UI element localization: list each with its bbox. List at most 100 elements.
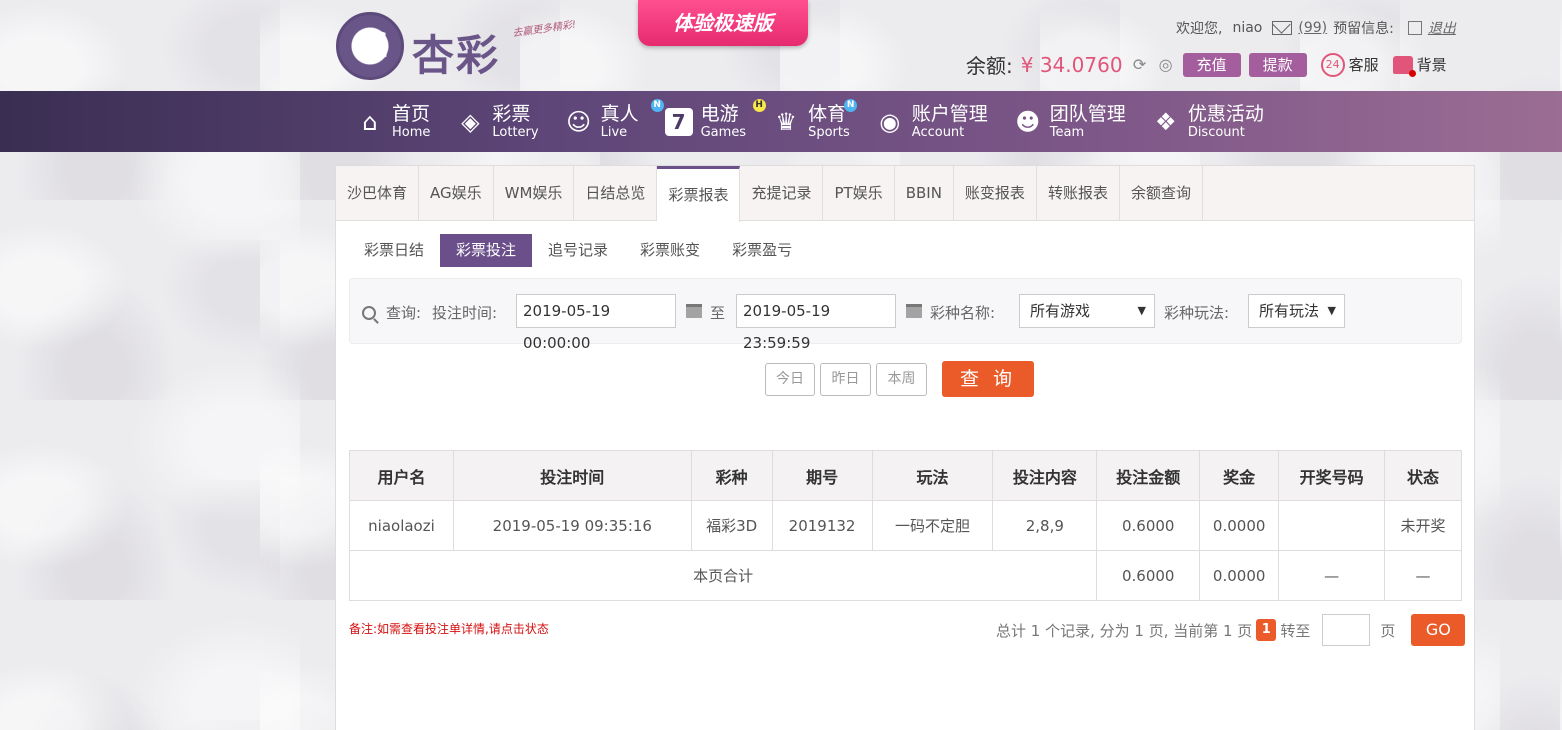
home-icon: ⌂ xyxy=(362,107,378,136)
message-count-link[interactable]: (99) xyxy=(1298,20,1327,36)
table-row: niaolaozi 2019-05-19 09:35:16 福彩3D 20191… xyxy=(349,500,1462,551)
recharge-button[interactable]: 充值 xyxy=(1182,52,1241,77)
subtab-account-change[interactable]: 彩票账变 xyxy=(624,234,716,267)
summary-bonus: 0.0000 xyxy=(1199,550,1280,601)
game-select[interactable]: 所有游戏 ▼ xyxy=(1019,294,1155,328)
cell-status-link[interactable]: 未开奖 xyxy=(1384,500,1462,551)
play-select[interactable]: 所有玩法 ▼ xyxy=(1248,294,1345,328)
pagination: 总计 1 个记录, 分为 1 页, 当前第 1 页 1 转至 页 GO xyxy=(996,614,1466,646)
play-type-label: 彩种玩法: xyxy=(1164,304,1230,322)
table-summary-row: 本页合计 0.6000 0.0000 — — xyxy=(348,550,1462,601)
col-bet-time: 投注时间 xyxy=(452,450,692,501)
tab-balance-query[interactable]: 余额查询 xyxy=(1120,166,1203,221)
reserve-info-label: 预留信息: xyxy=(1333,21,1394,37)
nav-label: 账户管理 xyxy=(911,102,988,125)
summary-status: — xyxy=(1384,550,1462,601)
col-amount: 投注金额 xyxy=(1096,450,1201,501)
filter-bar: 查询: 投注时间: 2019-05-19 00:00:00 至 2019-05-… xyxy=(349,278,1462,352)
background-switch-link[interactable]: 背景 xyxy=(1392,54,1447,77)
welcome-bar: 欢迎您, niao (99) 预留信息: 退出 xyxy=(1176,18,1456,38)
tab-transfer-report[interactable]: 转账报表 xyxy=(1037,166,1120,221)
query-button[interactable]: 查 询 xyxy=(942,361,1034,397)
tab-account-change[interactable]: 账变报表 xyxy=(954,166,1037,221)
site-logo[interactable]: 杏彩 xyxy=(336,12,506,82)
nav-item-live[interactable]: ☺ 真人 Live N xyxy=(565,91,664,152)
subtab-bets[interactable]: 彩票投注 xyxy=(440,234,533,267)
play-select-value: 所有玩法 xyxy=(1259,302,1320,320)
trophy-icon: ♛ xyxy=(775,107,797,136)
page-number-input[interactable] xyxy=(1322,614,1371,646)
tab-wm[interactable]: WM娱乐 xyxy=(494,166,575,221)
logo-mark-icon xyxy=(336,12,404,80)
tab-pt[interactable]: PT娱乐 xyxy=(823,166,895,221)
refresh-icon[interactable]: ⟳ xyxy=(1131,55,1149,74)
nav-item-account[interactable]: ◉ 账户管理 Account xyxy=(876,91,988,152)
lottery-sub-tabs: 彩票日结 彩票投注 追号记录 彩票账变 彩票盈亏 xyxy=(348,234,808,267)
goto-label: 转至 xyxy=(1280,621,1311,640)
nav-sublabel: Sports xyxy=(808,124,850,140)
nav-sublabel: Live xyxy=(600,124,628,140)
nav-item-games[interactable]: 7 电游 Games H xyxy=(664,91,766,152)
end-time-input[interactable]: 2019-05-19 23:59:59 xyxy=(736,294,896,352)
summary-amount: 0.6000 xyxy=(1096,550,1201,601)
welcome-text: 欢迎您, xyxy=(1176,21,1223,37)
subtab-chase[interactable]: 追号记录 xyxy=(532,234,624,267)
tab-deposit-withdraw[interactable]: 充提记录 xyxy=(740,166,824,221)
username: niao xyxy=(1232,20,1263,36)
yesterday-button[interactable]: 昨日 xyxy=(820,363,871,396)
col-bonus: 奖金 xyxy=(1199,450,1280,501)
search-label-group: 查询: xyxy=(362,302,421,323)
today-button[interactable]: 今日 xyxy=(765,363,815,396)
cell-username: niaolaozi xyxy=(349,500,454,551)
nav-sublabel: Team xyxy=(1049,124,1085,140)
nav-item-discount[interactable]: ❖ 优惠活动 Discount xyxy=(1152,91,1264,152)
logout-link[interactable]: 退出 xyxy=(1428,18,1456,38)
service-24h-icon: 24 xyxy=(1320,52,1345,77)
game-name-label: 彩种名称: xyxy=(930,304,996,322)
tab-lottery-report[interactable]: 彩票报表 xyxy=(657,166,741,222)
nav-item-team[interactable]: ☻ 团队管理 Team xyxy=(1014,91,1126,152)
tab-saba-sports[interactable]: 沙巴体育 xyxy=(336,166,420,221)
this-week-button[interactable]: 本周 xyxy=(876,363,927,396)
nav-sublabel: Home xyxy=(392,124,431,140)
calendar-icon[interactable] xyxy=(686,304,702,318)
pager-summary: 总计 1 个记录, 分为 1 页, 当前第 1 页 xyxy=(996,621,1253,640)
speed-version-button[interactable]: 体验极速版 xyxy=(638,0,808,46)
cell-draw-number xyxy=(1278,500,1386,551)
content-panel: 沙巴体育 AG娱乐 WM娱乐 日结总览 彩票报表 充提记录 PT娱乐 BBIN … xyxy=(335,165,1475,730)
service-label: 客服 xyxy=(1348,56,1379,74)
hide-balance-icon[interactable]: ◎ xyxy=(1157,55,1175,74)
gift-icon: ❖ xyxy=(1155,107,1177,136)
search-label: 查询: xyxy=(386,304,422,322)
withdraw-button[interactable]: 提款 xyxy=(1248,52,1307,77)
table-header-row: 用户名 投注时间 彩种 期号 玩法 投注内容 投注金额 奖金 开奖号码 状态 xyxy=(349,450,1462,501)
mail-icon[interactable] xyxy=(1272,21,1293,35)
customer-service-link[interactable]: 24 客服 xyxy=(1320,52,1379,77)
search-icon xyxy=(362,305,376,320)
nav-label: 电游 xyxy=(700,102,739,125)
nav-item-home[interactable]: ⌂ 首页 Home xyxy=(356,91,430,152)
nav-item-lottery[interactable]: ◈ 彩票 Lottery xyxy=(456,91,538,152)
tab-ag[interactable]: AG娱乐 xyxy=(419,166,494,221)
current-page[interactable]: 1 xyxy=(1256,619,1277,641)
tab-bbin[interactable]: BBIN xyxy=(895,166,954,221)
dealer-icon: ☺ xyxy=(566,107,592,136)
calendar-icon[interactable] xyxy=(906,304,922,318)
nav-sublabel: Discount xyxy=(1187,124,1245,140)
balance-label: 余额: xyxy=(966,54,1013,78)
bets-table: 用户名 投注时间 彩种 期号 玩法 投注内容 投注金额 奖金 开奖号码 状态 n… xyxy=(348,450,1462,601)
ticket-icon: ◈ xyxy=(461,107,480,136)
edit-icon[interactable] xyxy=(1407,21,1422,35)
nav-item-sports[interactable]: ♛ 体育 Sports N xyxy=(772,91,858,152)
col-lottery: 彩种 xyxy=(690,450,773,501)
account-icon: ◉ xyxy=(879,107,901,136)
summary-label: 本页合计 xyxy=(348,550,1098,601)
col-content: 投注内容 xyxy=(992,450,1098,501)
hot-badge: H xyxy=(752,99,766,112)
subtab-daily[interactable]: 彩票日结 xyxy=(348,234,440,267)
tab-daily-overview[interactable]: 日结总览 xyxy=(574,166,658,221)
go-button[interactable]: GO xyxy=(1411,614,1466,646)
balance-value: ¥ 34.0760 xyxy=(1020,52,1123,77)
start-time-input[interactable]: 2019-05-19 00:00:00 xyxy=(516,294,676,352)
subtab-profit-loss[interactable]: 彩票盈亏 xyxy=(716,234,808,267)
